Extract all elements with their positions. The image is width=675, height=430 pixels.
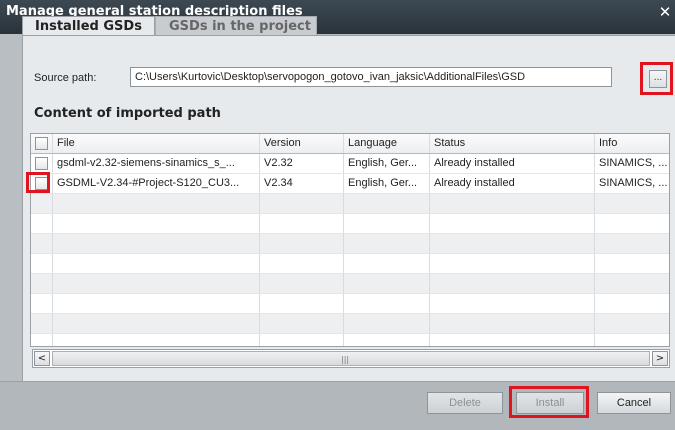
manage-gsd-dialog: Manage general station description files… (0, 0, 675, 430)
source-path-label: Source path: (34, 72, 97, 84)
header-checkbox-cell (31, 134, 53, 153)
cancel-button[interactable]: Cancel (597, 392, 671, 414)
column-header-info[interactable]: Info (595, 134, 669, 153)
cell-file: GSDML-V2.34-#Project-S120_CU3... (53, 174, 260, 193)
select-all-checkbox[interactable] (35, 137, 48, 150)
table-row[interactable]: GSDML-V2.34-#Project-S120_CU3... V2.34 E… (31, 174, 669, 194)
row-checkbox[interactable] (35, 157, 48, 170)
empty-row (31, 294, 669, 314)
horizontal-scrollbar[interactable]: < ||| > (32, 349, 670, 368)
cell-info: SINAMICS, ... (599, 177, 668, 189)
scroll-grip-icon: ||| (341, 355, 350, 364)
tab-gsds-in-project[interactable]: GSDs in the project (155, 16, 317, 35)
close-icon[interactable]: ✕ (657, 3, 673, 21)
scroll-left-icon[interactable]: < (34, 351, 50, 366)
cell-version: V2.32 (260, 154, 344, 173)
empty-row (31, 334, 669, 346)
cell-version: V2.34 (260, 174, 344, 193)
source-path-input[interactable]: C:\Users\Kurtovic\Desktop\servopogon_got… (130, 67, 612, 87)
install-highlight-box (509, 386, 589, 418)
scroll-thumb[interactable]: ||| (52, 351, 650, 366)
table-row[interactable]: gsdml-v2.32-siemens-sinamics_s_... V2.32… (31, 154, 669, 174)
cell-file: gsdml-v2.32-siemens-sinamics_s_... (53, 154, 260, 173)
tab-installed-gsds[interactable]: Installed GSDs (22, 16, 155, 35)
content-section-title: Content of imported path (34, 106, 221, 121)
row-checkbox-highlight-box (26, 172, 50, 193)
cell-language: English, Ger... (344, 154, 430, 173)
empty-row (31, 194, 669, 214)
column-header-file[interactable]: File (53, 134, 260, 153)
empty-row (31, 254, 669, 274)
cell-status: Already installed (430, 174, 595, 193)
scroll-right-icon[interactable]: > (652, 351, 668, 366)
browse-button[interactable]: ... (649, 70, 667, 88)
column-header-version[interactable]: Version (260, 134, 344, 153)
delete-button[interactable]: Delete (427, 392, 503, 414)
cell-info: SINAMICS, ... (599, 157, 668, 169)
empty-row (31, 274, 669, 294)
cell-status: Already installed (430, 154, 595, 173)
gsd-file-table: File Version Language Status Info gsdml-… (30, 133, 670, 347)
column-header-language[interactable]: Language (344, 134, 430, 153)
empty-row (31, 234, 669, 254)
empty-row (31, 214, 669, 234)
cell-language: English, Ger... (344, 174, 430, 193)
table-header-row: File Version Language Status Info (31, 134, 669, 154)
row-checkbox-cell (31, 154, 53, 173)
empty-row (31, 314, 669, 334)
column-header-status[interactable]: Status (430, 134, 595, 153)
